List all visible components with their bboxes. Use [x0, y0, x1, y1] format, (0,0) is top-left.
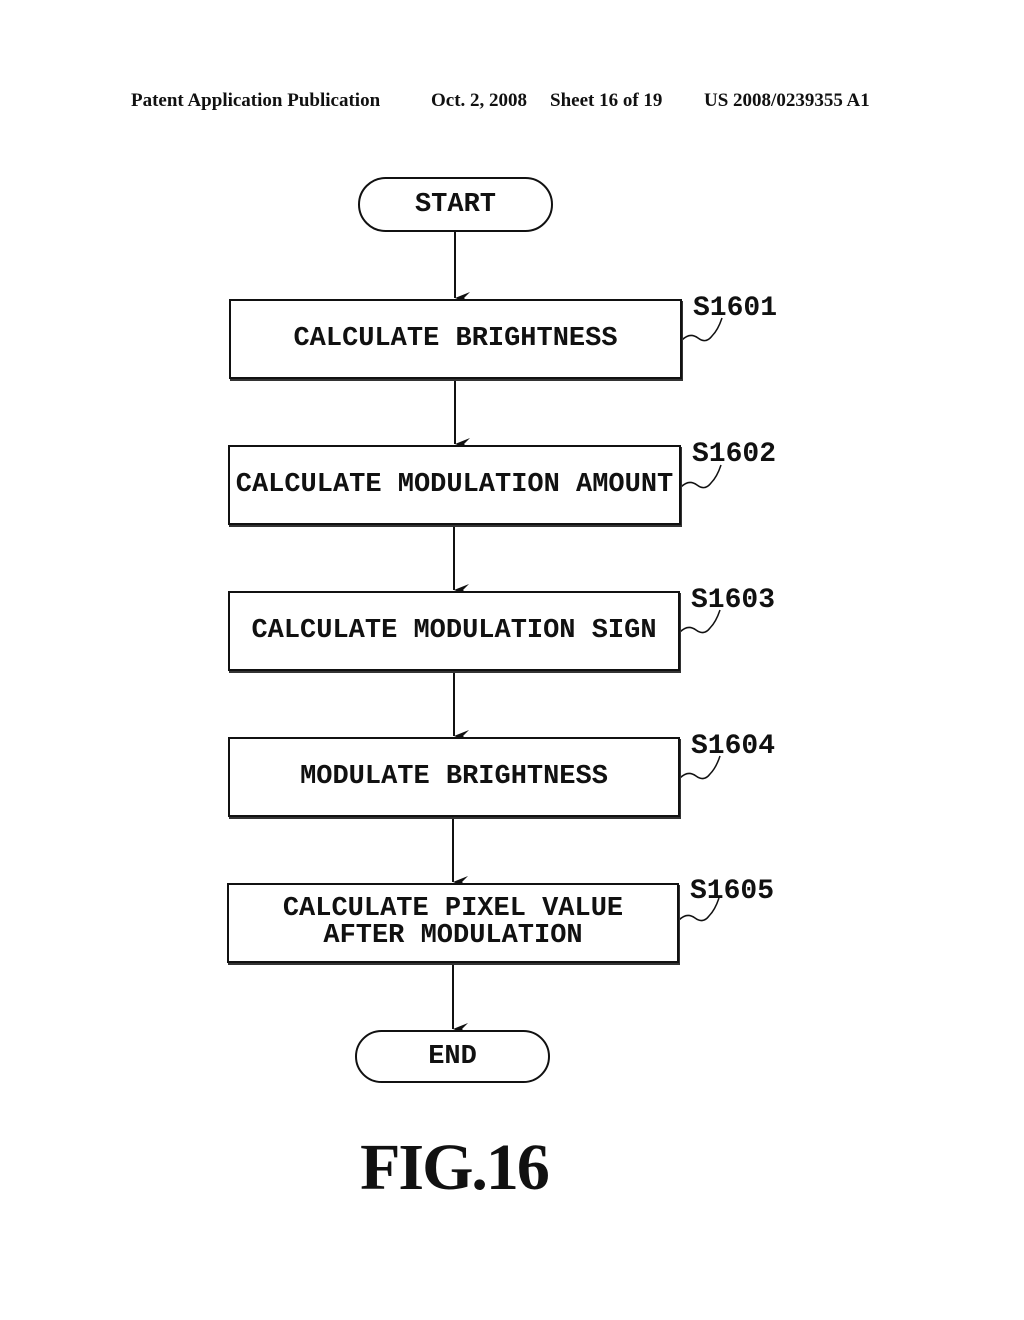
step-box-s1604: MODULATE BRIGHTNESS [228, 737, 680, 817]
sheet-number: Sheet 16 of 19 [550, 90, 663, 111]
step-box-s1605: CALCULATE PIXEL VALUE AFTER MODULATION [227, 883, 679, 963]
step-text: CALCULATE PIXEL VALUE AFTER MODULATION [282, 894, 624, 951]
step-box-s1602: CALCULATE MODULATION AMOUNT [228, 445, 681, 525]
step-label-s1601: S1601 [693, 293, 778, 324]
start-terminal: START [358, 177, 553, 232]
end-terminal: END [355, 1030, 550, 1083]
step-text: CALCULATE BRIGHTNESS [293, 323, 618, 354]
step-label-s1605: S1605 [690, 876, 775, 907]
step-label-s1602: S1602 [692, 439, 777, 470]
publication-date: Oct. 2, 2008 [431, 90, 528, 111]
step-text: CALCULATE MODULATION SIGN [251, 615, 657, 646]
figure-label: FIG.16 [360, 1131, 550, 1204]
patent-number: US 2008/0239355 A1 [704, 90, 870, 111]
step-box-s1603: CALCULATE MODULATION SIGN [228, 591, 680, 671]
publication-title: Patent Application Publication [131, 90, 381, 111]
step-label-s1603: S1603 [691, 585, 776, 616]
step-label-s1604: S1604 [691, 731, 776, 762]
start-label: START [414, 189, 496, 220]
end-label: END [428, 1041, 477, 1072]
step-box-s1601: CALCULATE BRIGHTNESS [229, 299, 682, 379]
step-text: MODULATE BRIGHTNESS [300, 761, 608, 792]
step-text: CALCULATE MODULATION AMOUNT [235, 469, 674, 500]
